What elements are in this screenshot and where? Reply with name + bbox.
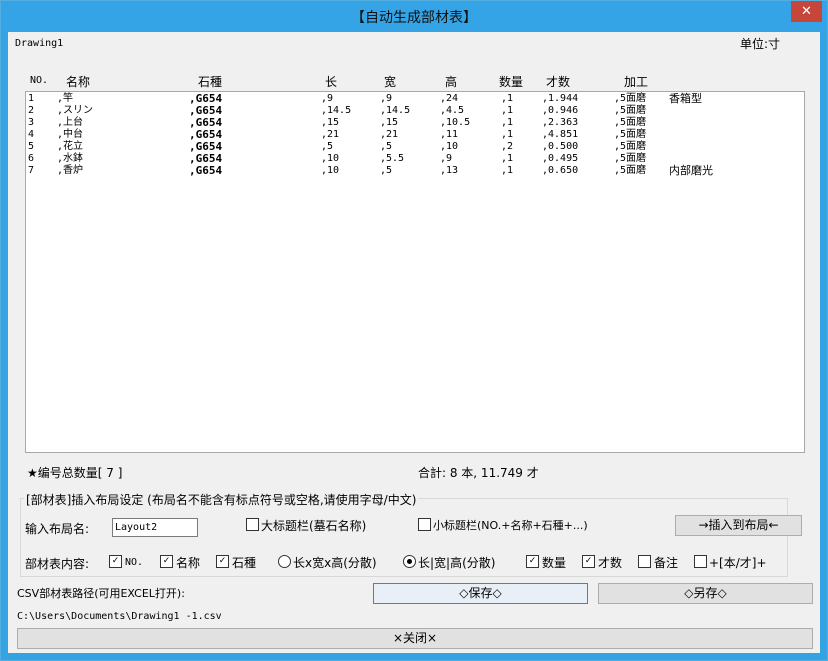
list-item[interactable]: 2 ,スリン ,G654,14.5,14.5,4.5,1,0.946,5面磨 <box>26 105 804 117</box>
col-width: 宽 <box>384 75 397 89</box>
total-label: 合計: 8 本, 11.749 才 <box>418 466 539 480</box>
opt-unit-checkbox[interactable] <box>694 555 707 568</box>
opt-name-label: 名称 <box>176 556 201 570</box>
small-title-label: 小标题栏(NO.+名称+石種+...) <box>433 519 588 532</box>
opt-unit-label: +[本/才]+ <box>709 556 767 570</box>
opt-stone-checkbox[interactable]: ✓ <box>216 555 229 568</box>
list-item[interactable]: 7 ,香炉 ,G654,10,5,13,1,0.650,5面磨 内部磨光 <box>26 165 804 177</box>
col-height: 高 <box>445 75 458 89</box>
opt-stone-label: 石種 <box>232 556 257 570</box>
col-stone: 石種 <box>198 75 223 89</box>
layout-name-input[interactable] <box>112 518 198 537</box>
window-close-button[interactable]: ✕ <box>791 1 822 22</box>
opt-name-checkbox[interactable]: ✓ <box>160 555 173 568</box>
opt-qty-label: 数量 <box>542 556 567 570</box>
list-item[interactable]: 1 ,竿 ,G654,9,9,24,1,1.944,5面磨 香箱型 <box>26 93 804 105</box>
save-button[interactable]: ◇保存◇ <box>373 583 588 604</box>
big-title-checkbox[interactable] <box>246 518 259 531</box>
list-item[interactable]: 5 ,花立 ,G654,5,5,10,2,0.500,5面磨 <box>26 141 804 153</box>
dialog-client: Drawing1 单位:寸 NO. 名称 石種 长 宽 高 数量 才数 加工 1… <box>8 32 820 653</box>
insert-to-layout-button[interactable]: →插入到布局← <box>675 515 802 536</box>
col-no: NO. <box>30 75 49 86</box>
col-process: 加工 <box>624 75 649 89</box>
opt-cai-checkbox[interactable]: ✓ <box>582 555 595 568</box>
csv-path-value: C:\Users\Documents\Drawing1 -1.csv <box>17 611 222 622</box>
radio-lxwxh-label: 长x宽x高(分散) <box>293 556 377 570</box>
big-title-label: 大标题栏(墓石名称) <box>261 519 367 533</box>
radio-l-w-h-label: 长|宽|高(分散) <box>418 556 496 570</box>
opt-no-label: NO. <box>125 557 144 568</box>
title-bar[interactable]: 【自动生成部材表】 ✕ <box>1 1 827 32</box>
list-item[interactable]: 3 ,上台 ,G654,15,15,10.5,1,2.363,5面磨 <box>26 117 804 129</box>
opt-note-checkbox[interactable] <box>638 555 651 568</box>
csv-path-label: CSV部材表路径(可用EXCEL打开): <box>17 587 185 600</box>
radio-lxwxh[interactable] <box>278 555 291 568</box>
opt-note-label: 备注 <box>654 556 679 570</box>
content-label: 部材表内容: <box>25 557 90 571</box>
save-as-button[interactable]: ◇另存◇ <box>598 583 813 604</box>
item-count-label: ★编号总数量[ 7 ] <box>27 466 123 480</box>
layout-settings-title: [部材表]插入布局设定 (布局名不能含有标点符号或空格,请使用字母/中文) <box>24 491 419 508</box>
drawing-name: Drawing1 <box>15 38 64 49</box>
opt-qty-checkbox[interactable]: ✓ <box>526 555 539 568</box>
list-item[interactable]: 4 ,中台 ,G654,21,21,11,1,4.851,5面磨 <box>26 129 804 141</box>
parts-listbox[interactable]: 1 ,竿 ,G654,9,9,24,1,1.944,5面磨 香箱型 2 ,スリン ,G65… <box>25 91 805 453</box>
col-cai: 才数 <box>546 75 571 89</box>
radio-l-w-h[interactable] <box>403 555 416 568</box>
dialog-window: 【自动生成部材表】 ✕ Drawing1 单位:寸 NO. 名称 石種 长 宽 … <box>0 0 828 661</box>
col-length: 长 <box>325 75 338 89</box>
layout-name-label: 输入布局名: <box>25 522 90 536</box>
unit-label: 单位:寸 <box>740 37 781 51</box>
col-qty: 数量 <box>499 75 524 89</box>
opt-no-checkbox[interactable]: ✓ <box>109 555 122 568</box>
small-title-checkbox[interactable] <box>418 518 431 531</box>
col-name: 名称 <box>66 75 91 89</box>
window-title: 【自动生成部材表】 <box>351 10 477 26</box>
opt-cai-label: 才数 <box>598 556 623 570</box>
close-button[interactable]: ×关闭× <box>17 628 813 649</box>
